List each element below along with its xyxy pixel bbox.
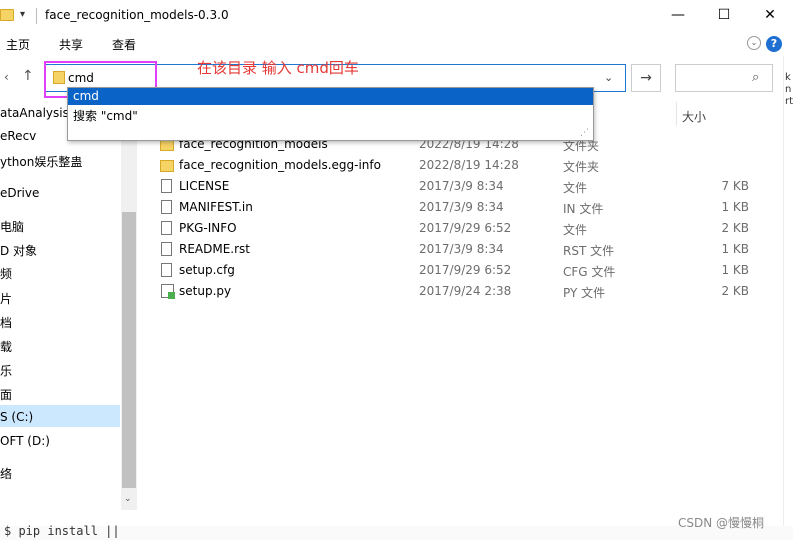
tab-share[interactable]: 共享 [59,36,83,53]
column-header-size[interactable]: 大小 [682,108,706,125]
file-name: setup.cfg [179,263,235,277]
file-icon [161,242,172,256]
sidebar-item-pictures[interactable]: 片 [0,290,12,307]
sidebar-item-documents[interactable]: 档 [0,314,12,331]
file-date: 2022/8/19 14:28 [419,158,519,172]
file-icon [161,179,172,193]
tab-home[interactable]: 主页 [6,36,30,53]
file-type: 文件 [563,223,588,237]
sidebar-item-desktop[interactable]: 面 [0,386,12,403]
file-date: 2017/9/24 2:38 [419,284,512,298]
file-size: 1 KB [721,263,749,277]
sidebar-item-d-drive[interactable]: OFT (D:) [0,434,50,448]
close-button[interactable]: ✕ [747,0,793,32]
sidebar-item-onedrive[interactable]: eDrive [0,186,39,200]
file-row[interactable]: face_recognition_models.egg-info 2022/8/1… [155,155,755,176]
title-separator [36,8,37,24]
minimize-button[interactable]: — [655,0,701,32]
file-row[interactable]: PKG-INFO 2017/9/29 6:52 文件 2 KB [155,218,755,239]
sidebar-item-this-pc[interactable]: 电脑 [0,218,24,235]
file-date: 2017/3/9 8:34 [419,242,504,256]
sidebar-item-recv[interactable]: eRecv [0,129,36,143]
sidebar-item-network[interactable]: 络 [0,465,12,482]
file-type: 文件夹 [563,160,600,174]
file-type: CFG 文件 [563,265,616,279]
file-icon [161,200,172,214]
file-date: 2017/9/29 6:52 [419,263,512,277]
up-arrow-icon[interactable]: ↑ [22,68,34,84]
sidebar-item-data-analysis[interactable]: ataAnalysis [0,106,69,120]
maximize-button[interactable]: ☐ [701,0,747,32]
scroll-down-icon[interactable]: ⌄ [124,494,132,504]
chevron-left-icon[interactable]: ‹ [4,70,9,84]
file-name: MANIFEST.in [179,200,253,214]
file-icon [161,263,172,277]
file-size: 2 KB [721,221,749,235]
autocomplete-item-search[interactable]: 搜索 "cmd" [68,107,593,125]
file-size: 1 KB [721,242,749,256]
window-title: face_recognition_models-0.3.0 [45,8,229,22]
file-name: LICENSE [179,179,230,193]
file-row[interactable]: setup.py 2017/9/24 2:38 PY 文件 2 KB [155,281,755,302]
file-name: setup.py [179,284,232,298]
sidebar-item-music[interactable]: 乐 [0,362,12,379]
go-button[interactable]: → [631,64,661,92]
sidebar-item-c-drive[interactable]: S (C:) [0,410,33,424]
terminal-text: $ pip install || [4,524,120,538]
file-name: README.rst [179,242,251,256]
file-row[interactable]: MANIFEST.in 2017/3/9 8:34 IN 文件 1 KB [155,197,755,218]
file-size: 7 KB [721,179,749,193]
file-type: 文件 [563,181,588,195]
file-date: 2017/3/9 8:34 [419,200,504,214]
folder-icon [0,9,14,21]
file-type: RST 文件 [563,244,615,258]
file-row[interactable]: LICENSE 2017/3/9 8:34 文件 7 KB [155,176,755,197]
file-date: 2017/3/9 8:34 [419,179,504,193]
file-name: face_recognition_models.egg-info [179,158,381,172]
tab-view[interactable]: 查看 [112,36,136,53]
sidebar-item-python[interactable]: ython娱乐整蛊 [0,153,82,170]
resize-grip-icon[interactable]: ⋰ [580,128,589,138]
file-icon [161,221,172,235]
ribbon-expand-icon[interactable]: ⌄ [747,36,761,50]
help-icon[interactable]: ? [766,36,782,52]
column-divider[interactable] [676,102,677,126]
file-row[interactable]: README.rst 2017/3/9 8:34 RST 文件 1 KB [155,239,755,260]
folder-icon [160,160,174,172]
file-row[interactable]: setup.cfg 2017/9/29 6:52 CFG 文件 1 KB [155,260,755,281]
search-icon: ⌕ [752,70,760,85]
sidebar-item-videos[interactable]: 频 [0,265,12,282]
file-name: PKG-INFO [179,221,237,235]
python-file-icon [161,284,175,299]
sidebar-scroll-thumb[interactable] [122,212,136,488]
chevron-down-icon[interactable]: ⌄ [604,71,613,84]
file-type: PY 文件 [563,286,606,300]
annotation-text: 在该目录 输入 cmd回车 [197,59,359,77]
file-size: 2 KB [721,284,749,298]
quick-access-dropdown[interactable]: ▾ [20,9,25,20]
watermark: CSDN @慢慢桐 [678,516,765,530]
background-window-edge [783,56,793,526]
file-type: IN 文件 [563,202,604,216]
sidebar-item-3d-objects[interactable]: D 对象 [0,242,37,259]
background-window-text: k n rt [785,72,793,107]
sidebar-item-downloads[interactable]: 载 [0,338,12,355]
file-date: 2017/9/29 6:52 [419,221,512,235]
autocomplete-item-cmd[interactable]: cmd [68,88,593,105]
title-bar: ▾ face_recognition_models-0.3.0 — ☐ ✕ [0,0,793,32]
file-size: 1 KB [721,200,749,214]
